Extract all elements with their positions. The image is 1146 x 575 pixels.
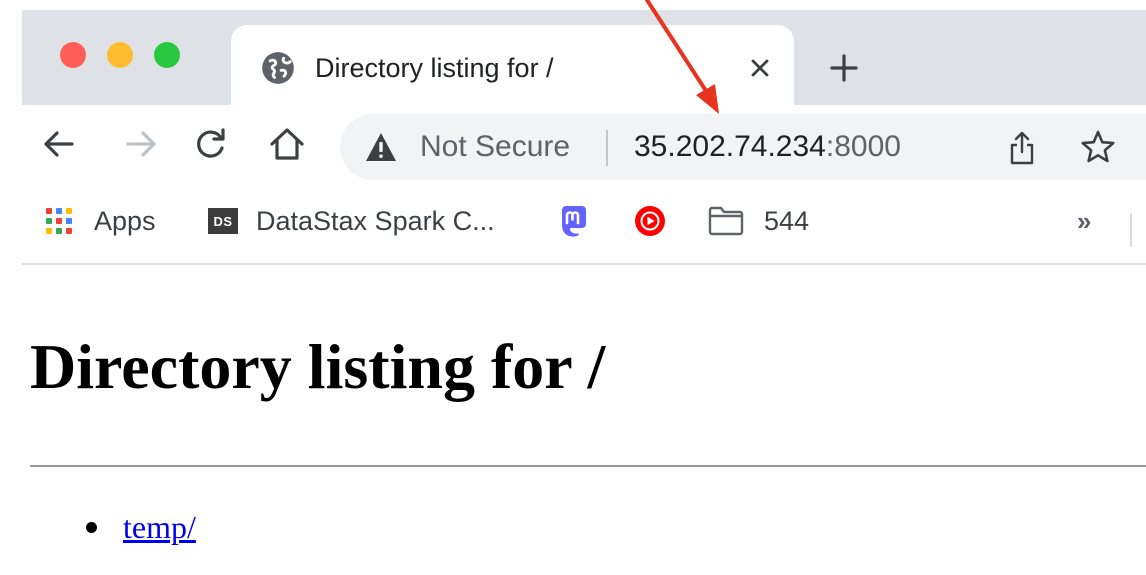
directory-list: temp/ bbox=[86, 507, 196, 547]
star-icon[interactable] bbox=[1080, 129, 1116, 165]
apps-grid-icon bbox=[44, 206, 74, 236]
bookmark-apps[interactable]: Apps bbox=[44, 201, 156, 241]
plus-icon[interactable] bbox=[824, 48, 864, 88]
list-item: temp/ bbox=[86, 507, 196, 547]
reload-icon[interactable] bbox=[188, 121, 234, 167]
bookmark-folder-label: 544 bbox=[764, 206, 810, 236]
double-chevron-icon: » bbox=[1077, 206, 1092, 236]
close-icon[interactable] bbox=[743, 49, 777, 87]
browser-window: Directory listing for / Not Secure 35.20… bbox=[22, 10, 1146, 575]
bookmark-apps-label: Apps bbox=[94, 206, 156, 236]
home-icon[interactable] bbox=[264, 121, 310, 167]
url-port: :8000 bbox=[825, 130, 901, 163]
minimize-window-button[interactable] bbox=[107, 42, 133, 68]
mastodon-icon bbox=[562, 206, 586, 237]
bookmarks-divider bbox=[1130, 213, 1132, 247]
url-host: 35.202.74.234 bbox=[634, 130, 826, 163]
active-tab[interactable]: Directory listing for / bbox=[231, 25, 794, 105]
bookmarks-overflow-button[interactable]: » bbox=[1077, 201, 1091, 241]
bookmark-datastax-label: DataStax Spark C... bbox=[256, 206, 495, 236]
omnibox-divider bbox=[606, 130, 608, 166]
close-window-button[interactable] bbox=[60, 42, 86, 68]
share-icon[interactable] bbox=[1006, 130, 1038, 166]
bullet-icon bbox=[86, 521, 97, 533]
youtube-music-icon bbox=[635, 206, 665, 236]
forward-arrow-icon[interactable] bbox=[118, 121, 164, 167]
bookmark-datastax[interactable]: DS DataStax Spark C... bbox=[208, 201, 495, 241]
bookmark-folder-544[interactable]: 544 bbox=[708, 201, 809, 241]
not-secure-label[interactable]: Not Secure bbox=[420, 128, 570, 166]
folder-icon bbox=[708, 206, 744, 236]
address-bar[interactable]: Not Secure 35.202.74.234:8000 bbox=[340, 114, 1146, 180]
warning-icon[interactable] bbox=[364, 131, 398, 163]
browser-toolbar: Not Secure 35.202.74.234:8000 bbox=[22, 105, 1146, 187]
entry-link-temp[interactable]: temp/ bbox=[123, 507, 196, 547]
bookmark-mastodon[interactable] bbox=[557, 201, 591, 241]
back-arrow-icon[interactable] bbox=[36, 121, 82, 167]
page-content: Directory listing for / temp/ bbox=[22, 267, 1146, 575]
globe-icon bbox=[262, 52, 294, 84]
page-title: Directory listing for / bbox=[30, 331, 606, 402]
url-text[interactable]: 35.202.74.234:8000 bbox=[634, 128, 901, 166]
datastax-logo-icon: DS bbox=[208, 208, 238, 234]
bookmarks-bar: Apps DS DataStax Spark C... 544 » bbox=[22, 187, 1146, 265]
tab-strip: Directory listing for / bbox=[22, 10, 1146, 105]
zoom-window-button[interactable] bbox=[154, 42, 180, 68]
bookmark-youtube-music[interactable] bbox=[633, 201, 667, 241]
tab-title: Directory listing for / bbox=[315, 53, 554, 83]
horizontal-rule bbox=[30, 465, 1146, 467]
